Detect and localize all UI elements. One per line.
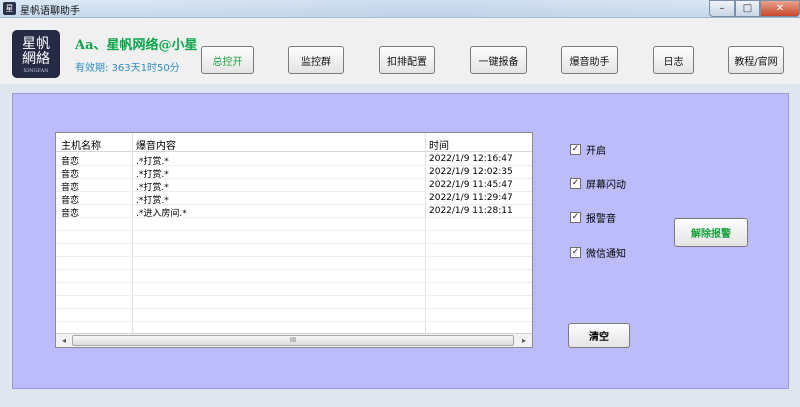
title-bar-background [150, 0, 705, 18]
clear-button[interactable]: 清空 [568, 323, 630, 348]
scroll-left-icon[interactable]: ◂ [57, 335, 71, 347]
table-row-empty [56, 257, 532, 270]
close-button[interactable]: ✕ [760, 0, 800, 17]
monitor-group-button[interactable]: 监控群 [288, 46, 344, 74]
table-row[interactable]: 音恋 .*打赏.* 2022/1/9 11:45:47 [56, 179, 532, 193]
checkbox-check-icon[interactable]: ✓ [570, 246, 581, 258]
table-row-empty [56, 296, 532, 309]
cell-time: 2022/1/9 11:28:11 [429, 206, 513, 216]
screen-flash-checkbox[interactable]: ✓ 屏幕闪动 [570, 176, 626, 191]
table-header: 主机名称 爆音内容 时间 [56, 133, 532, 152]
expiry-text: 有效期: 363天1时50分 [75, 63, 180, 74]
wechat-notify-checkbox[interactable]: ✓ 微信通知 [570, 245, 626, 260]
maximize-button[interactable]: □ [735, 0, 760, 17]
table-row-empty [56, 283, 532, 296]
one-click-report-button[interactable]: 一键报备 [470, 46, 527, 74]
table-row[interactable]: 音恋 .*打赏.* 2022/1/9 12:16:47 [56, 153, 532, 167]
column-header-content[interactable]: 爆音内容 [136, 137, 176, 152]
table-row[interactable]: 音恋 .*打赏.* 2022/1/9 11:29:47 [56, 192, 532, 206]
logs-button[interactable]: 日志 [653, 46, 694, 74]
alert-log-table[interactable]: 主机名称 爆音内容 时间 音恋 .*打赏.* 2022/1/9 12:16:47… [55, 132, 533, 348]
cell-time: 2022/1/9 11:29:47 [429, 193, 513, 203]
checkbox-check-icon[interactable]: ✓ [570, 177, 581, 189]
horizontal-scrollbar[interactable]: ◂ III ▸ [56, 333, 532, 347]
enable-checkbox[interactable]: ✓ 开启 [570, 142, 606, 157]
app-icon: 星 [3, 2, 16, 15]
table-row-empty [56, 244, 532, 257]
main-panel: 主机名称 爆音内容 时间 音恋 .*打赏.* 2022/1/9 12:16:47… [12, 93, 789, 389]
scrollbar-thumb[interactable]: III [72, 335, 514, 346]
tutorial-button[interactable]: 教程/官网 [728, 46, 784, 74]
window-title: 星帆语聊助手 [20, 6, 80, 17]
cell-time: 2022/1/9 12:02:35 [429, 167, 513, 177]
enable-label: 开启 [586, 145, 606, 157]
logo-subtext: XINGFAN [23, 68, 49, 74]
dismiss-alarm-button[interactable]: 解除报警 [674, 218, 748, 247]
master-control-button[interactable]: 总控开 [201, 46, 254, 74]
alarm-sound-checkbox[interactable]: ✓ 报警音 [570, 210, 616, 225]
wechat-notify-label: 微信通知 [586, 248, 626, 260]
column-header-host[interactable]: 主机名称 [61, 137, 101, 152]
scroll-right-icon[interactable]: ▸ [517, 335, 531, 347]
alarm-sound-label: 报警音 [586, 213, 616, 225]
checkbox-check-icon[interactable]: ✓ [570, 143, 581, 155]
cell-time: 2022/1/9 12:16:47 [429, 154, 513, 164]
logo-line-1: 星帆 [22, 36, 50, 52]
column-header-time[interactable]: 时间 [429, 137, 449, 152]
screen-flash-label: 屏幕闪动 [586, 179, 626, 191]
title-bar: 星 星帆语聊助手 – □ ✕ [0, 0, 800, 18]
table-row-empty [56, 231, 532, 244]
sort-config-button[interactable]: 扣排配置 [379, 46, 435, 74]
table-row[interactable]: 音恋 .*打赏.* 2022/1/9 12:02:35 [56, 166, 532, 180]
table-row-empty [56, 309, 532, 322]
explosion-helper-button[interactable]: 爆音助手 [561, 46, 618, 74]
cell-time: 2022/1/9 11:45:47 [429, 180, 513, 190]
user-name: Aa、星帆网络@小星 [75, 38, 198, 53]
table-row-empty [56, 218, 532, 231]
header: 星帆 網絡 XINGFAN Aa、星帆网络@小星 有效期: 363天1时50分 … [0, 18, 800, 84]
table-row[interactable]: 音恋 .*进入房间.* 2022/1/9 11:28:11 [56, 205, 532, 219]
checkbox-check-icon[interactable]: ✓ [570, 211, 581, 223]
brand-logo: 星帆 網絡 XINGFAN [12, 30, 60, 78]
logo-line-2: 網絡 [22, 51, 50, 67]
minimize-button[interactable]: – [709, 0, 735, 17]
table-row-empty [56, 270, 532, 283]
